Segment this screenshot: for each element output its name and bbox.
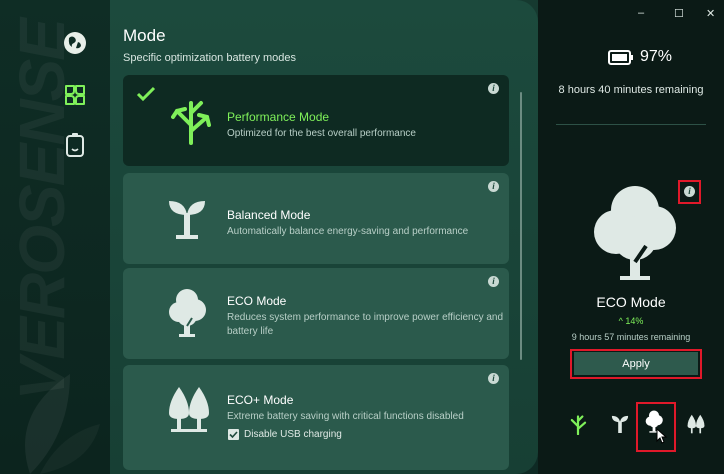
brand-text: VEROSENSE bbox=[6, 20, 78, 401]
sidebar-item-mode[interactable] bbox=[60, 80, 90, 110]
sidebar: VEROSENSE bbox=[0, 0, 110, 474]
scrollbar[interactable] bbox=[520, 92, 522, 360]
disable-usb-checkbox[interactable] bbox=[228, 429, 239, 440]
mode-name: Balanced Mode bbox=[227, 208, 311, 222]
preview-gain: ^ 14% bbox=[538, 316, 724, 326]
quick-mode-balanced[interactable] bbox=[608, 412, 632, 436]
highlight-apply bbox=[570, 349, 702, 379]
globe-icon bbox=[64, 32, 86, 54]
checkmark-icon bbox=[136, 86, 156, 102]
page-subtitle: Specific optimization battery modes bbox=[123, 52, 297, 64]
sidebar-item-battery[interactable] bbox=[60, 130, 90, 160]
eco-tree-icon bbox=[169, 289, 206, 337]
preview-remaining: 9 hours 57 minutes remaining bbox=[571, 332, 691, 342]
mode-description: Optimized for the best overall performan… bbox=[227, 128, 416, 139]
eco-tree-large-icon bbox=[594, 186, 676, 280]
page-title: Mode bbox=[123, 26, 166, 45]
sidebar-item-globe[interactable] bbox=[60, 28, 90, 58]
status-panel: – ☐ ✕ 97% 8 hours 40 minutes remaining i… bbox=[538, 0, 724, 474]
mode-card-performance[interactable]: Performance Mode Optimized for the best … bbox=[123, 75, 509, 166]
disable-usb-label[interactable]: Disable USB charging bbox=[244, 428, 509, 442]
mode-description: Extreme battery saving with critical fun… bbox=[227, 411, 464, 422]
battery-icon bbox=[66, 133, 84, 157]
eco-plus-trees-icon bbox=[687, 414, 705, 434]
mode-name: Performance Mode bbox=[227, 110, 330, 124]
mode-description: Reduces system performance to improve po… bbox=[227, 312, 504, 337]
mode-name: ECO Mode bbox=[227, 294, 287, 308]
info-icon[interactable]: i bbox=[488, 276, 499, 287]
maximize-button[interactable]: ☐ bbox=[674, 7, 684, 20]
battery-remaining: 8 hours 40 minutes remaining bbox=[558, 84, 704, 96]
mode-description: Automatically balance energy-saving and … bbox=[227, 226, 469, 237]
battery-level-icon bbox=[608, 49, 633, 65]
balanced-sprout-icon bbox=[611, 415, 629, 433]
mode-card-balanced[interactable]: Balanced Mode Automatically balance ener… bbox=[123, 173, 509, 264]
divider bbox=[556, 124, 706, 125]
close-button[interactable]: ✕ bbox=[706, 7, 715, 20]
app-window: VEROSENSE Mode Specific optimization bat… bbox=[0, 0, 724, 474]
battery-percent: 97% bbox=[640, 48, 673, 65]
preview-gain-value: 14% bbox=[625, 316, 644, 326]
check-icon bbox=[229, 431, 238, 439]
arrow-up-icon: ^ bbox=[618, 316, 623, 326]
preview-mode-name: ECO Mode bbox=[596, 294, 666, 310]
leaf-mode-icon bbox=[65, 85, 85, 105]
mode-list[interactable]: Performance Mode Optimized for the best … bbox=[123, 75, 509, 470]
balanced-sprout-icon bbox=[169, 201, 205, 239]
eco-plus-trees-icon bbox=[169, 387, 209, 432]
mode-card-eco[interactable]: ECO Mode Reduces system performance to i… bbox=[123, 268, 509, 359]
info-icon[interactable]: i bbox=[488, 83, 499, 94]
mode-name: ECO+ Mode bbox=[227, 393, 294, 407]
performance-sprout-icon bbox=[171, 101, 211, 145]
info-icon[interactable]: i bbox=[488, 181, 499, 192]
mode-panel: Mode Specific optimization battery modes… bbox=[110, 0, 538, 474]
performance-sprout-icon bbox=[570, 415, 587, 435]
highlight-eco-quick bbox=[636, 402, 676, 452]
battery-status: 97% bbox=[608, 48, 672, 66]
minimize-button[interactable]: – bbox=[638, 7, 644, 19]
quick-mode-eco-plus[interactable] bbox=[684, 412, 708, 436]
leaf-decoration bbox=[25, 374, 100, 474]
highlight-info bbox=[678, 180, 701, 204]
info-icon[interactable]: i bbox=[488, 373, 499, 384]
quick-mode-performance[interactable] bbox=[566, 412, 590, 436]
mode-card-eco-plus[interactable]: ECO+ Mode Extreme battery saving with cr… bbox=[123, 365, 509, 470]
